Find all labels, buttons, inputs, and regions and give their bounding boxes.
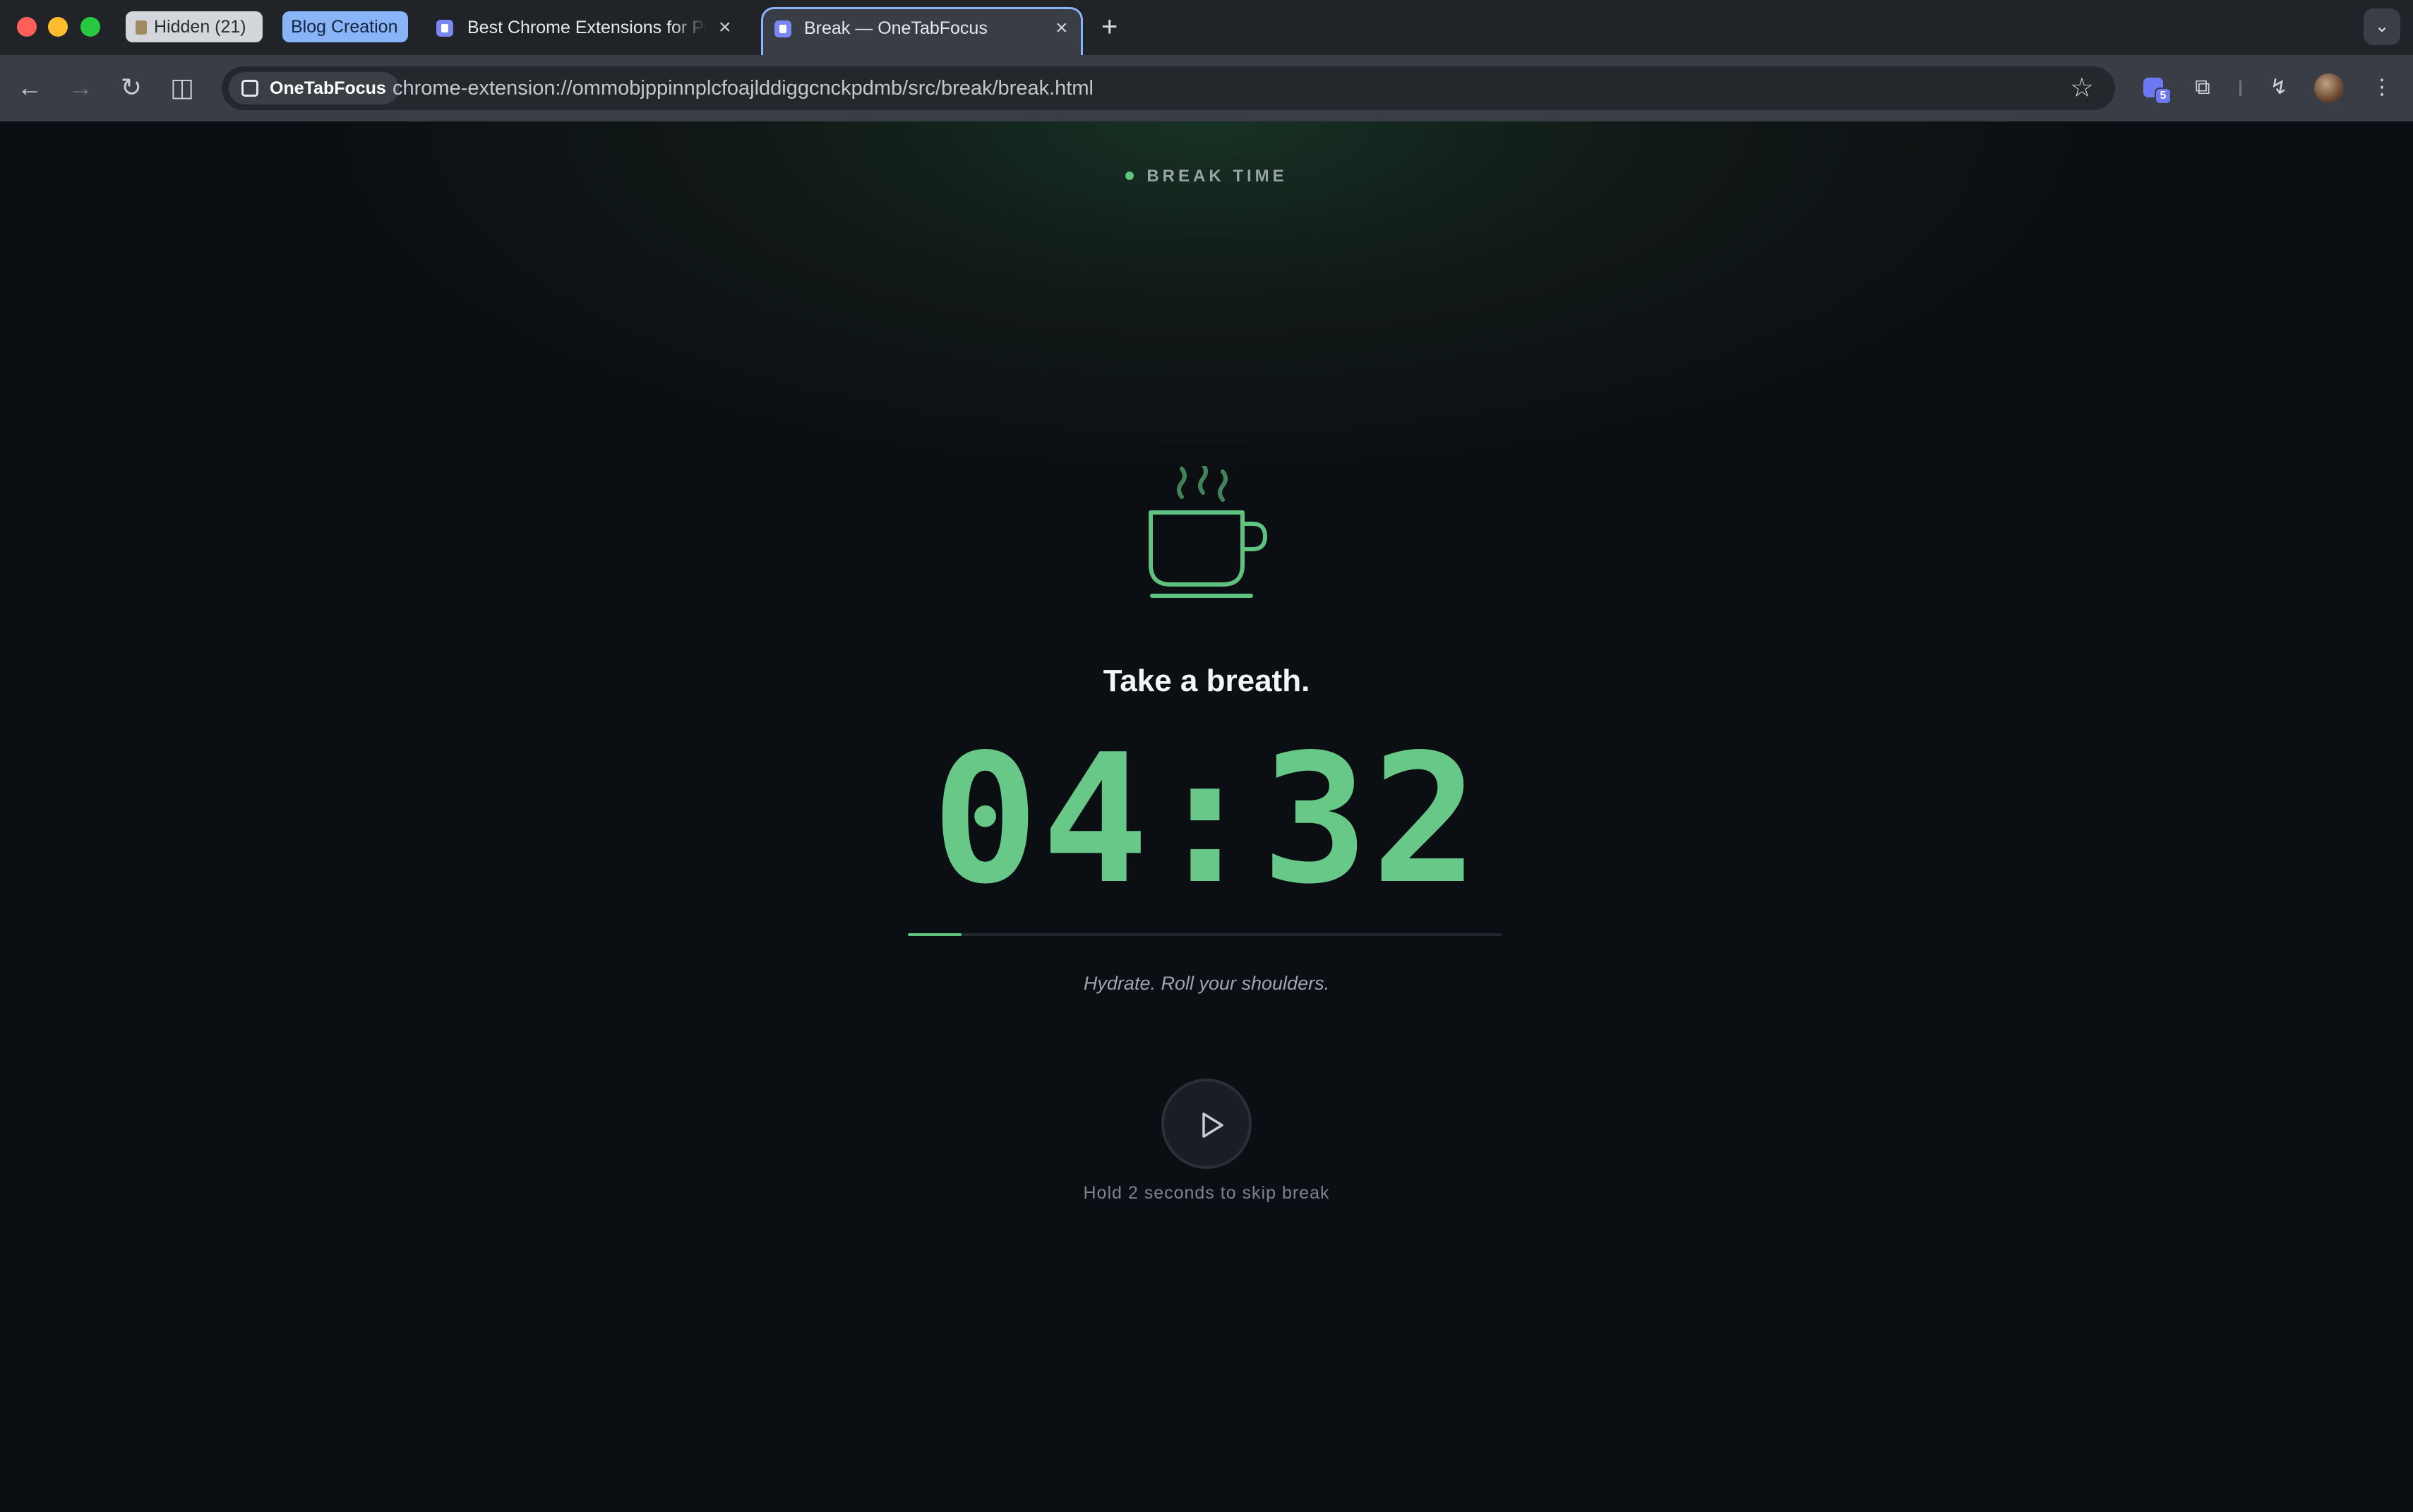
onetabfocus-favicon-icon — [436, 20, 453, 37]
new-tab-button[interactable]: + — [1101, 10, 1118, 44]
skip-hint-text: Hold 2 seconds to skip break — [1083, 1183, 1330, 1203]
extensions-puzzle-icon[interactable]: ⧉ — [2187, 72, 2218, 103]
zoom-window-button[interactable] — [80, 17, 100, 37]
performance-icon[interactable]: ↯ — [2263, 72, 2294, 103]
tab-break-onetabfocus[interactable]: Break — OneTabFocus × — [761, 7, 1083, 56]
bookmark-star-icon[interactable]: ☆ — [2070, 72, 2094, 104]
onetabfocus-extension-button[interactable]: 5 — [2139, 72, 2172, 104]
play-icon — [1202, 1112, 1223, 1138]
reload-button[interactable]: ↻ — [112, 68, 151, 107]
break-tip: Hydrate. Roll your shoulders. — [1083, 973, 1330, 994]
break-countdown-timer: 04:32 — [931, 716, 1482, 923]
skip-break-hold-button[interactable] — [1161, 1079, 1252, 1169]
onetabfocus-favicon-icon — [774, 20, 791, 37]
profile-avatar[interactable] — [2314, 73, 2344, 103]
url-text[interactable]: chrome-extension://ommobjppinnplcfoajldd… — [393, 66, 1094, 110]
tab-group-label: Blog Creation — [291, 17, 398, 37]
coffee-cup-icon — [1149, 466, 1267, 598]
tab-title: Best Chrome Extensions for Productivity — [467, 18, 707, 37]
break-page: BREAK TIME Take a breath. 04:32 Hydrate.… — [0, 121, 2413, 1512]
forward-button[interactable]: → — [61, 68, 100, 107]
tab-group-label: Hidden (21) — [154, 17, 246, 37]
extension-icon — [241, 80, 258, 97]
break-time-label: BREAK TIME — [0, 167, 2413, 186]
close-icon[interactable]: × — [719, 6, 731, 49]
menu-kebab-icon[interactable]: ⋮ — [2366, 72, 2397, 103]
minimize-window-button[interactable] — [48, 17, 68, 37]
site-info-chip[interactable]: OneTabFocus — [229, 72, 399, 104]
break-progress-bar — [908, 933, 1502, 936]
tab-best-chrome-extensions[interactable]: Best Chrome Extensions for Productivity … — [426, 6, 744, 49]
break-progress-fill — [908, 933, 962, 936]
break-headline: Take a breath. — [1103, 664, 1310, 698]
site-chip-label: OneTabFocus — [270, 78, 386, 98]
tab-group-hidden[interactable]: Hidden (21) — [126, 11, 263, 42]
browser-toolbar: ← → ↻ ◫ OneTabFocus chrome-extension://o… — [0, 55, 2413, 121]
status-dot-icon — [1125, 172, 1134, 180]
tab-title: Break — OneTabFocus — [804, 18, 988, 38]
break-time-text: BREAK TIME — [1146, 167, 1288, 186]
tab-group-blog-creation[interactable]: Blog Creation — [282, 11, 408, 42]
close-window-button[interactable] — [17, 17, 37, 37]
extension-badge: 5 — [2155, 88, 2172, 104]
split-view-button[interactable]: ◫ — [162, 68, 202, 107]
tab-search-button[interactable]: ⌄ — [2364, 8, 2400, 45]
address-bar[interactable]: OneTabFocus chrome-extension://ommobjppi… — [222, 66, 2115, 110]
toolbar-divider — [2239, 80, 2241, 96]
lock-icon — [136, 20, 147, 35]
back-button[interactable]: ← — [10, 68, 49, 107]
tab-strip: Hidden (21) Blog Creation Best Chrome Ex… — [0, 0, 2413, 56]
close-icon[interactable]: × — [1055, 6, 1068, 50]
